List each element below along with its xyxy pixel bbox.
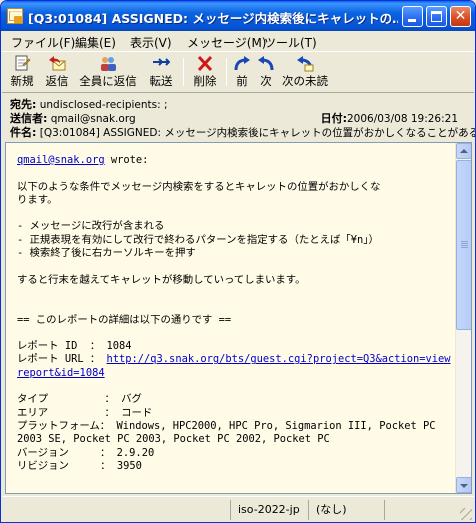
scroll-down-button[interactable] (456, 477, 471, 493)
menu-view[interactable]: 表示(V) (130, 34, 172, 51)
reply-all-label: 全員に返信 (79, 74, 137, 88)
next-button[interactable]: 次 (256, 55, 276, 91)
section-heading: == このレポートの詳細は以下の通りです == (17, 313, 232, 326)
message-body[interactable]: qmail@snak.org wrote: 以下のような条件でメッセージ内検索を… (5, 142, 472, 494)
message-text: qmail@snak.org wrote: 以下のような条件でメッセージ内検索を… (17, 154, 453, 473)
next-arrow-icon (257, 55, 275, 72)
subject-row: 件名: [Q3:01084] ASSIGNED: メッセージ内検索後にキャレット… (10, 124, 476, 140)
menu-bar: ファイル(F) 編集(E) 表示(V) メッセージ(M) ツール(T) (2, 31, 474, 51)
encoding-status[interactable]: iso-2022-jp (230, 500, 306, 520)
vertical-scrollbar[interactable] (455, 143, 471, 493)
report-details: タイプ ： バグ エリア ： コード プラットフォーム： Windows, HP… (17, 393, 436, 472)
previous-button[interactable]: 前 (232, 55, 252, 91)
reply-all-button[interactable]: 全員に返信 (79, 55, 137, 91)
report-id-value: 1084 (106, 340, 132, 353)
toolbar-separator (226, 58, 227, 86)
close-button[interactable]: ✕ (450, 6, 471, 27)
new-message-button[interactable]: 新規 (8, 55, 36, 91)
menu-tools[interactable]: ツール(T) (264, 34, 317, 51)
status-bar: iso-2022-jp (なし) (2, 496, 474, 522)
status-message (2, 500, 228, 520)
close-icon: ✕ (454, 8, 467, 24)
report-url-label: レポート URL ： (17, 353, 107, 366)
title-bar[interactable]: [Q3:01084] ASSIGNED: メッセージ内検索後にキャレットの… ✕ (1, 1, 475, 31)
scroll-thumb[interactable] (456, 160, 471, 330)
subject-value: [Q3:01084] ASSIGNED: メッセージ内検索後にキャレットの位置が… (39, 127, 476, 139)
reply-button[interactable]: 返信 (43, 55, 71, 91)
status-extra (384, 500, 472, 520)
menu-edit[interactable]: 編集(E) (75, 34, 116, 51)
minimize-icon (408, 19, 416, 22)
report-url-link-continued[interactable]: report&id=1084 (17, 367, 105, 379)
forward-label: 転送 (149, 74, 173, 88)
next-label: 次 (260, 74, 272, 88)
resize-grip[interactable] (460, 508, 472, 520)
mail-window: [Q3:01084] ASSIGNED: メッセージ内検索後にキャレットの… ✕… (0, 0, 476, 523)
scroll-up-button[interactable] (456, 143, 471, 159)
arrow-up-icon (460, 149, 468, 153)
arrow-down-icon (460, 484, 468, 488)
reply-all-icon (99, 55, 117, 72)
next-unread-label: 次の未読 (282, 74, 328, 88)
next-unread-icon (296, 55, 314, 72)
toolbar: 新規 返信 全員に返信 転送 削除 前 次 次の未読 (2, 51, 474, 93)
message-headers: 宛先: undisclosed-recipients: ; 送信者: qmail… (2, 93, 476, 140)
report-url-link[interactable]: http://q3.snak.org/bts/guest.cgi?project… (107, 353, 451, 365)
reply-icon (48, 55, 66, 72)
delete-icon (196, 55, 214, 72)
sender-link[interactable]: qmail@snak.org (17, 154, 105, 166)
condition-list: - メッセージに改行が含まれる - 正規表現を有効にして改行で終わるパターンを指… (17, 220, 379, 260)
new-label: 新規 (10, 74, 34, 88)
delete-button[interactable]: 削除 (189, 55, 221, 91)
reply-label: 返信 (45, 74, 69, 88)
window-title: [Q3:01084] ASSIGNED: メッセージ内検索後にキャレットの… (28, 11, 398, 24)
forward-button[interactable]: 転送 (145, 55, 177, 91)
body-paragraph: 以下のような条件でメッセージ内検索をするとキャレットの位置がおかしくな ります。 (17, 180, 381, 206)
maximize-button[interactable] (426, 6, 447, 27)
maximize-icon (431, 11, 442, 22)
minimize-button[interactable] (402, 6, 423, 27)
menu-file[interactable]: ファイル(F) (11, 34, 75, 51)
previous-label: 前 (236, 74, 248, 88)
menu-message[interactable]: メッセージ(M) (187, 34, 266, 51)
wrote-text: wrote: (104, 154, 149, 166)
subject-label: 件名: (10, 126, 37, 139)
forward-icon (152, 55, 171, 72)
mail-app-icon (7, 8, 23, 24)
delete-label: 削除 (193, 74, 217, 88)
next-unread-button[interactable]: 次の未読 (281, 55, 329, 91)
report-id-label: レポート ID ： (17, 340, 107, 353)
security-status: (なし) (308, 500, 382, 520)
toolbar-separator (183, 58, 184, 86)
new-message-icon (13, 55, 31, 72)
previous-arrow-icon (233, 55, 251, 72)
body-paragraph: すると行末を越えてキャレットが移動していってしまいます。 (17, 273, 306, 286)
